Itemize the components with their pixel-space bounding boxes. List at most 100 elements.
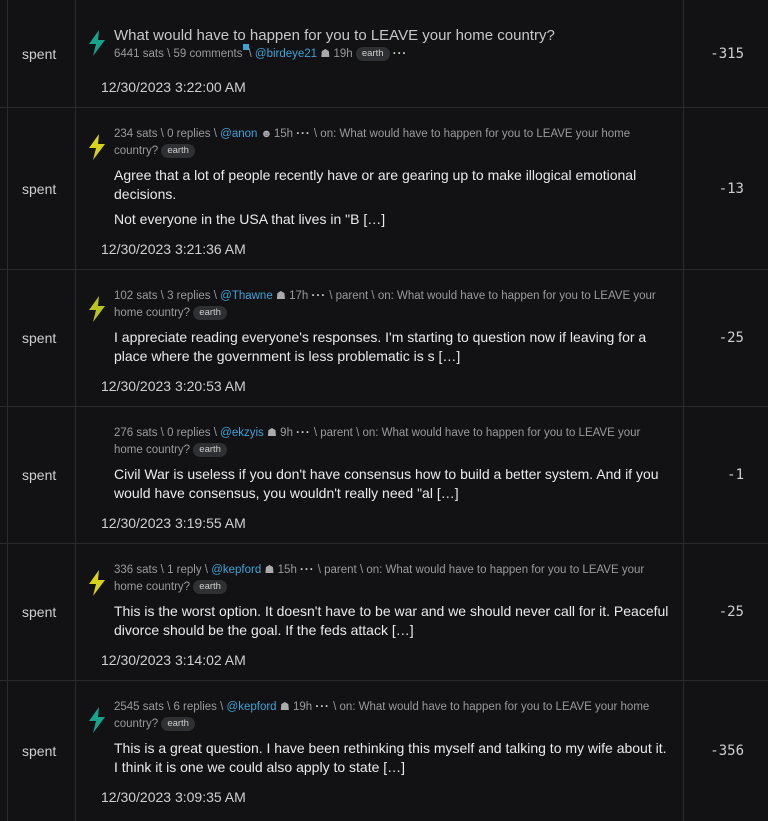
bolt-icon bbox=[84, 568, 110, 598]
hat-icon: ☗ bbox=[279, 701, 290, 713]
hat-icon: ☗ bbox=[320, 48, 331, 60]
anon-icon: ☻ bbox=[260, 128, 273, 140]
comment-body: I appreciate reading everyone's response… bbox=[114, 328, 671, 366]
item-age: 9h bbox=[280, 427, 293, 439]
comments-link[interactable]: 59 comments bbox=[173, 48, 242, 60]
on-link[interactable]: on: What would have to happen for you to… bbox=[366, 564, 644, 576]
item-meta: 2545 sats \ 6 replies \ @kepford ☗ 19h ·… bbox=[114, 701, 650, 731]
timestamp: 12/30/2023 3:14:02 AM bbox=[101, 652, 246, 668]
table-row: spent 102 sats \ 3 replies \ @Thawne ☗ 1… bbox=[0, 270, 768, 407]
user-link[interactable]: @kepford bbox=[211, 564, 261, 576]
on-link-cont[interactable]: home country? bbox=[114, 581, 190, 593]
more-menu-icon[interactable]: ··· bbox=[393, 48, 408, 60]
more-menu-icon[interactable]: ··· bbox=[315, 701, 330, 713]
user-link[interactable]: @ekzyis bbox=[220, 427, 264, 439]
hat-icon: ☗ bbox=[267, 427, 277, 439]
on-link[interactable]: on: What would have to happen for you to… bbox=[378, 290, 656, 302]
more-menu-icon[interactable]: ··· bbox=[296, 128, 311, 140]
item-cell: 336 sats \ 1 reply \ @kepford ☗ 15h ··· … bbox=[76, 544, 683, 680]
item-cell: What would have to happen for you to LEA… bbox=[76, 0, 683, 107]
item-age: 17h bbox=[289, 290, 309, 302]
sats-count: 276 sats bbox=[114, 427, 158, 439]
timestamp: 12/30/2023 3:09:35 AM bbox=[101, 789, 246, 805]
item-meta: 102 sats \ 3 replies \ @Thawne ☗ 17h ···… bbox=[114, 290, 656, 320]
parent-link[interactable]: parent bbox=[336, 290, 369, 302]
item-cell: 234 sats \ 0 replies \ @anon ☻ 15h ··· \… bbox=[76, 108, 683, 269]
on-link-cont[interactable]: home country? bbox=[114, 444, 190, 456]
on-link[interactable]: on: What would have to happen for you to… bbox=[362, 427, 640, 439]
amount-cell: -315 bbox=[683, 0, 768, 107]
replies-link[interactable]: 0 replies bbox=[167, 427, 210, 439]
table-row: spent 336 sats \ 1 reply \ @kepford ☗ 15… bbox=[0, 544, 768, 681]
type-cell: spent bbox=[7, 544, 76, 680]
timestamp: 12/30/2023 3:20:53 AM bbox=[101, 378, 246, 394]
comment-body: This is a great question. I have been re… bbox=[114, 739, 671, 777]
sats-count: 234 sats bbox=[114, 128, 158, 140]
type-cell: spent bbox=[7, 681, 76, 821]
bolt-placeholder bbox=[84, 425, 110, 455]
parent-link[interactable]: parent bbox=[320, 427, 353, 439]
amount-cell: -356 bbox=[683, 681, 768, 821]
comment-body: Civil War is useless if you don't have c… bbox=[114, 465, 671, 503]
comment-text: This is a great question. I have been re… bbox=[114, 740, 667, 775]
bolt-icon bbox=[84, 294, 110, 324]
type-cell: spent bbox=[7, 108, 76, 269]
item-age: 15h bbox=[277, 564, 297, 576]
replies-link[interactable]: 0 replies bbox=[167, 128, 210, 140]
sub-tag[interactable]: earth bbox=[161, 143, 195, 158]
item-age: 15h bbox=[273, 128, 293, 140]
bolt-icon bbox=[84, 28, 110, 58]
on-link-cont[interactable]: country? bbox=[114, 145, 158, 157]
sats-count: 2545 sats bbox=[114, 701, 164, 713]
new-indicator-icon bbox=[242, 44, 249, 50]
more-menu-icon[interactable]: ··· bbox=[296, 427, 311, 439]
sats-count: 6441 sats bbox=[114, 48, 164, 60]
item-meta: 336 sats \ 1 reply \ @kepford ☗ 15h ··· … bbox=[114, 564, 645, 594]
user-link[interactable]: @kepford bbox=[227, 701, 277, 713]
sub-tag[interactable]: earth bbox=[161, 716, 195, 731]
replies-link[interactable]: 1 reply bbox=[167, 564, 202, 576]
sats-count: 102 sats bbox=[114, 290, 158, 302]
item-meta: 234 sats \ 0 replies \ @anon ☻ 15h ··· \… bbox=[114, 128, 631, 158]
user-link[interactable]: @Thawne bbox=[220, 290, 273, 302]
sub-tag[interactable]: earth bbox=[193, 579, 227, 594]
replies-link[interactable]: 6 replies bbox=[173, 701, 216, 713]
on-link-cont[interactable]: country? bbox=[114, 718, 158, 730]
on-link[interactable]: on: What would have to happen for you to… bbox=[320, 128, 630, 140]
user-link[interactable]: @birdeye21 bbox=[255, 48, 317, 60]
table-row: spent 2545 sats \ 6 replies \ @kepford ☗… bbox=[0, 681, 768, 821]
more-menu-icon[interactable]: ··· bbox=[312, 290, 327, 302]
item-age: 19h bbox=[292, 701, 313, 713]
replies-link[interactable]: 3 replies bbox=[167, 290, 210, 302]
timestamp: 12/30/2023 3:22:00 AM bbox=[101, 79, 246, 95]
table-row: spent 234 sats \ 0 replies \ @anon ☻ 15h… bbox=[0, 108, 768, 270]
more-menu-icon[interactable]: ··· bbox=[300, 564, 315, 576]
amount-cell: -25 bbox=[683, 270, 768, 406]
on-link-cont[interactable]: home country? bbox=[114, 307, 190, 319]
post-title[interactable]: What would have to happen for you to LEA… bbox=[114, 26, 555, 46]
comment-text: Not everyone in the USA that lives in "B… bbox=[114, 211, 386, 227]
bolt-icon bbox=[84, 132, 110, 162]
wallet-history-table: spent What would have to happen for you … bbox=[0, 0, 768, 821]
item-cell: 276 sats \ 0 replies \ @ekzyis ☗ 9h ··· … bbox=[76, 407, 683, 543]
comment-text: This is the worst option. It doesn't hav… bbox=[114, 603, 669, 638]
sub-tag[interactable]: earth bbox=[193, 305, 227, 320]
type-cell: spent bbox=[7, 270, 76, 406]
timestamp: 12/30/2023 3:21:36 AM bbox=[101, 241, 246, 257]
sub-tag[interactable]: earth bbox=[193, 442, 227, 457]
hat-icon: ☗ bbox=[264, 564, 275, 576]
amount-cell: -1 bbox=[683, 407, 768, 543]
table-row: spent 276 sats \ 0 replies \ @ekzyis ☗ 9… bbox=[0, 407, 768, 544]
item-age: 19h bbox=[333, 48, 353, 60]
on-link[interactable]: on: What would have to happen for you to… bbox=[339, 701, 649, 713]
item-cell: 2545 sats \ 6 replies \ @kepford ☗ 19h ·… bbox=[76, 681, 683, 821]
amount-cell: -25 bbox=[683, 544, 768, 680]
bolt-icon bbox=[84, 705, 110, 735]
parent-link[interactable]: parent bbox=[324, 564, 357, 576]
sats-count: 336 sats bbox=[114, 564, 158, 576]
comment-text: I appreciate reading everyone's response… bbox=[114, 329, 647, 364]
sub-tag[interactable]: earth bbox=[355, 46, 390, 61]
timestamp: 12/30/2023 3:19:55 AM bbox=[101, 515, 246, 531]
type-cell: spent bbox=[7, 407, 76, 543]
user-link[interactable]: @anon bbox=[220, 128, 257, 140]
